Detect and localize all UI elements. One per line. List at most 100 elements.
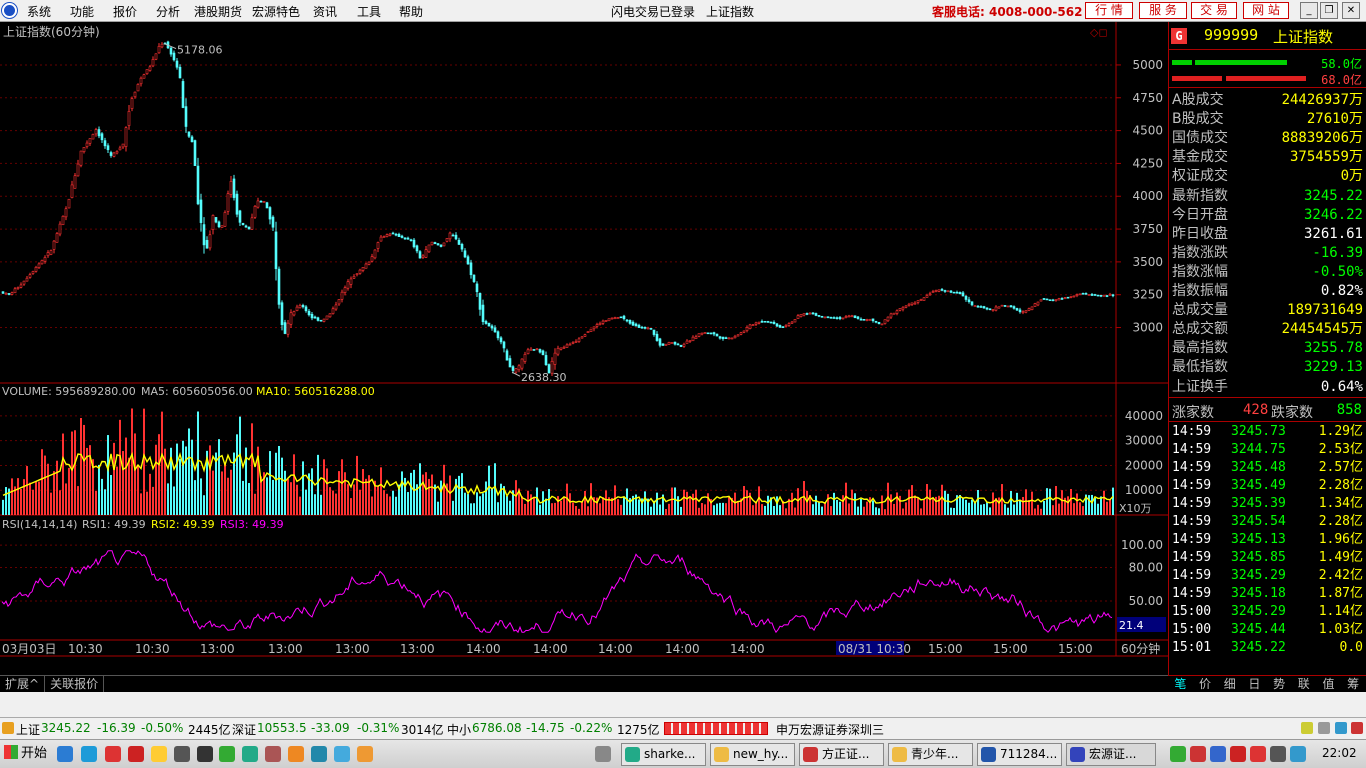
- sz-change: -33.09: [311, 721, 350, 735]
- trade-button[interactable]: 交 易: [1191, 2, 1237, 19]
- app-logo-icon[interactable]: [2, 3, 17, 18]
- tray-icon-1[interactable]: [1170, 746, 1186, 762]
- volume-bar: [572, 502, 574, 515]
- status-tray-icon[interactable]: [1301, 722, 1313, 734]
- right-tab-0[interactable]: 笔: [1168, 676, 1193, 692]
- stat-value: 3754559万: [1289, 149, 1363, 166]
- candle-body: [658, 338, 662, 346]
- right-tab-5[interactable]: 联: [1291, 676, 1316, 692]
- volume-bar: [1031, 491, 1033, 515]
- tray-icon-6[interactable]: [1270, 746, 1286, 762]
- quicklaunch-ie2-icon[interactable]: [242, 746, 258, 762]
- menu-function[interactable]: 功能: [70, 3, 94, 20]
- chart-area[interactable]: 上证指数(60分钟) ◇◻ 5000 4750 4500 4250 4000 3750 3500…: [0, 22, 1168, 696]
- volume-bar: [404, 477, 406, 515]
- menu-info[interactable]: 资讯: [313, 3, 337, 20]
- keyboard-icon[interactable]: [595, 746, 611, 762]
- right-tab-1[interactable]: 价: [1193, 676, 1218, 692]
- quicklaunch-chrome-icon[interactable]: [288, 746, 304, 762]
- task-qingshaonian[interactable]: 青少年...: [888, 743, 973, 766]
- quicklaunch-qq-icon[interactable]: [197, 746, 213, 762]
- candle-body: [568, 343, 572, 346]
- candle-body: [340, 291, 344, 300]
- candle-body: [853, 315, 857, 319]
- right-tab-7[interactable]: 筹: [1341, 676, 1366, 692]
- tray-volume-icon[interactable]: [1290, 746, 1306, 762]
- volume-bar: [449, 475, 451, 515]
- volume-bar: [722, 502, 724, 515]
- zx-pct: -0.22%: [570, 721, 613, 735]
- volume-bar: [857, 506, 859, 515]
- right-tab-4[interactable]: 势: [1267, 676, 1292, 692]
- tray-icon-2[interactable]: [1190, 746, 1206, 762]
- volume-bar: [410, 472, 412, 515]
- menu-quote[interactable]: 报价: [113, 3, 137, 20]
- menu-help[interactable]: 帮助: [399, 3, 423, 20]
- volume-bar: [926, 484, 928, 515]
- candle-body: [565, 344, 569, 348]
- signal-icon[interactable]: [1318, 722, 1330, 734]
- tray-icon-3[interactable]: [1210, 746, 1226, 762]
- task-711284[interactable]: 711284...: [977, 743, 1062, 766]
- windows-taskbar: 开始 sharke... new_hy... 方正证... 青少年... 711…: [0, 739, 1366, 768]
- quicklaunch-app4-icon[interactable]: [334, 746, 350, 762]
- quicklaunch-app2-icon[interactable]: [128, 746, 144, 762]
- quicklaunch-app3-icon[interactable]: [311, 746, 327, 762]
- candle-body: [775, 323, 779, 327]
- menu-system[interactable]: 系统: [27, 3, 51, 20]
- candle-body: [361, 267, 365, 271]
- volume-bar: [248, 483, 250, 515]
- volume-bar: [599, 503, 601, 515]
- kline-chart[interactable]: 上证指数(60分钟) ◇◻ 5000 4750 4500 4250 4000 3750 3500…: [0, 22, 1168, 657]
- right-tab-6[interactable]: 值: [1316, 676, 1341, 692]
- tray-icon-5[interactable]: [1250, 746, 1266, 762]
- tray-icon-4[interactable]: [1230, 746, 1246, 762]
- minimize-icon[interactable]: _: [1300, 2, 1318, 19]
- ext-tab-expand[interactable]: 扩展^: [0, 676, 46, 692]
- menu-analysis[interactable]: 分析: [156, 3, 180, 20]
- volume-bar: [371, 496, 373, 515]
- candle-body: [298, 305, 302, 309]
- volume-bar: [113, 442, 115, 515]
- task-fangzheng[interactable]: 方正证...: [799, 743, 884, 766]
- tick-price: 3245.39: [1231, 496, 1286, 511]
- menu-hk-futures[interactable]: 港股期货: [194, 3, 242, 20]
- quote-button[interactable]: 行 情: [1085, 2, 1133, 19]
- volume-bar: [1082, 506, 1084, 515]
- menu-hongyuan[interactable]: 宏源特色: [252, 3, 300, 20]
- quicklaunch-green-icon[interactable]: [219, 746, 235, 762]
- quicklaunch-app5-icon[interactable]: [357, 746, 373, 762]
- candle-body: [613, 317, 617, 319]
- service-button[interactable]: 服 务: [1139, 2, 1187, 19]
- quicklaunch-smile-icon[interactable]: [151, 746, 167, 762]
- right-tab-3[interactable]: 日: [1242, 676, 1267, 692]
- right-tab-2[interactable]: 细: [1217, 676, 1242, 692]
- menu-tools[interactable]: 工具: [357, 3, 381, 20]
- task-new-hy[interactable]: new_hy...: [710, 743, 795, 766]
- quicklaunch-app1-icon[interactable]: [105, 746, 121, 762]
- zx-label: 中小: [447, 723, 472, 737]
- time-label: 14:00: [730, 642, 765, 656]
- ext-tab-related[interactable]: 关联报价: [45, 676, 105, 692]
- stat-row: 指数涨幅 -0.50%: [1169, 263, 1366, 282]
- volume-bar: [824, 502, 826, 515]
- close-icon[interactable]: ✕: [1342, 2, 1360, 19]
- website-button[interactable]: 网 站: [1243, 2, 1289, 19]
- network-icon[interactable]: [1335, 722, 1347, 734]
- windows-logo-icon: [4, 745, 18, 759]
- task-hongyuan[interactable]: 宏源证...: [1066, 743, 1156, 766]
- candle-body: [859, 318, 863, 321]
- quicklaunch-browser-icon[interactable]: [81, 746, 97, 762]
- candle-body: [283, 322, 287, 334]
- quicklaunch-ie-icon[interactable]: [57, 746, 73, 762]
- volume-bar: [914, 495, 916, 515]
- task-sharke[interactable]: sharke...: [621, 743, 706, 766]
- volume-bar: [221, 471, 223, 515]
- alert-icon[interactable]: [1351, 722, 1363, 734]
- tick-price: 3245.22: [1231, 640, 1286, 655]
- volume-bar: [392, 490, 394, 515]
- quicklaunch-media-icon[interactable]: [174, 746, 190, 762]
- quicklaunch-video-icon[interactable]: [265, 746, 281, 762]
- start-button[interactable]: 开始: [2, 743, 50, 765]
- restore-icon[interactable]: ❐: [1320, 2, 1338, 19]
